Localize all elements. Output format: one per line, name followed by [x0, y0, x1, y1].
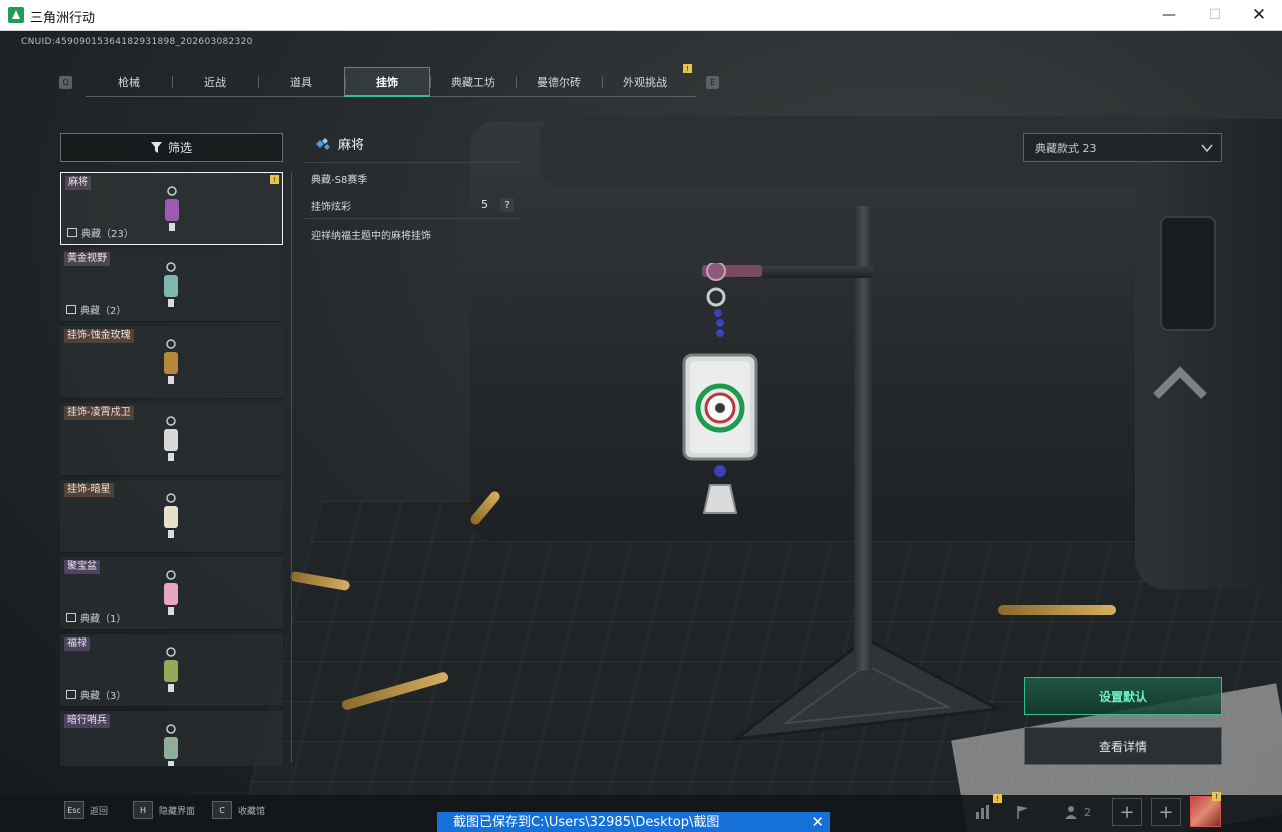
hint-label: 收藏馆: [238, 806, 266, 817]
list-item[interactable]: 暗行哨兵: [60, 711, 283, 766]
item-name: 暗行哨兵: [64, 714, 110, 728]
key-h: H: [133, 801, 153, 819]
next-tab-key[interactable]: E: [706, 76, 719, 89]
collection-icon: [66, 305, 76, 314]
charm-thumbnail: [164, 570, 178, 615]
tab-3[interactable]: 挂饰: [344, 67, 430, 97]
item-name: 麻将: [65, 176, 91, 190]
hint-hide-ui[interactable]: H 隐藏界面: [133, 801, 195, 819]
item-title-text: 麻将: [338, 138, 365, 153]
item-title: 麻将: [312, 134, 364, 153]
hint-collection[interactable]: C 收藏馆: [212, 801, 265, 819]
case-latch: [1160, 216, 1216, 331]
item-name: 聚宝盆: [64, 560, 100, 574]
window-title: 三角洲行动: [30, 11, 96, 26]
app-logo-icon: [8, 7, 24, 23]
tab-2[interactable]: 道具: [258, 67, 344, 97]
set-default-button[interactable]: 设置默认: [1024, 677, 1222, 715]
charm-thumbnail: [164, 262, 178, 307]
collection-icon: [66, 613, 76, 622]
minimize-button[interactable]: —: [1146, 0, 1192, 30]
charm-thumbnail: [165, 186, 179, 231]
key-c: C: [212, 801, 232, 819]
flair-value: 5: [481, 198, 488, 211]
chevron-down-icon: [1201, 144, 1213, 153]
flag-icon: [1017, 806, 1028, 819]
tab-5[interactable]: 曼德尔砖: [516, 67, 602, 97]
maximize-button[interactable]: ☐: [1192, 0, 1238, 30]
stats-notice-icon: !: [993, 794, 1002, 803]
charm-thumbnail: [164, 339, 178, 384]
item-description: 迎祥纳福主题中的麻将挂饰: [304, 218, 520, 242]
toast-close-button[interactable]: ✕: [811, 813, 824, 831]
style-select-value: 典藏款式 23: [1035, 141, 1097, 155]
window-titlebar: 三角洲行动 — ☐ ✕: [0, 0, 1282, 31]
tab-4[interactable]: 典藏工坊: [430, 67, 516, 97]
bar-chart-icon: [976, 805, 989, 819]
avatar-notice-icon: !: [1212, 792, 1221, 801]
list-divider: [291, 172, 292, 762]
weapon-case-side: [1135, 119, 1282, 589]
hint-esc[interactable]: Esc 返回: [64, 801, 108, 819]
item-notice-icon: !: [270, 175, 279, 184]
collection-icon: [66, 690, 76, 699]
help-button[interactable]: ?: [500, 198, 514, 212]
charm-thumbnail: [164, 493, 178, 538]
mahjong-charm-preview: [682, 263, 762, 514]
charm-list[interactable]: 麻将 典藏（23）! 黄金视野 典藏（2） 挂饰-蚀金玫瑰 挂饰-凌霄戍卫 挂饰-暗星 聚宝盆…: [60, 172, 283, 766]
tab-1[interactable]: 近战: [172, 67, 258, 97]
key-esc: Esc: [64, 801, 84, 819]
screenshot-toast: 截图已保存到C:\Users\32985\Desktop\截图 ✕: [437, 812, 830, 832]
item-count-text: 典藏（3）: [80, 691, 127, 702]
team-count: 2: [1084, 805, 1091, 819]
list-item[interactable]: 聚宝盆典藏（1）: [60, 557, 283, 630]
player-uid: CNUID:4590901536418293189​8_202603082320: [21, 37, 253, 47]
item-count-text: 典藏（2）: [80, 306, 127, 317]
team-icon: [1065, 806, 1077, 819]
list-item[interactable]: 挂饰-凌霄戍卫: [60, 403, 283, 476]
filter-label: 筛选: [167, 141, 192, 155]
add-teammate-button[interactable]: +: [1112, 798, 1142, 826]
item-season: 典藏-S8赛季: [304, 162, 520, 192]
collection-icon: [67, 228, 77, 237]
item-count: 典藏（3）: [66, 687, 126, 702]
style-select[interactable]: 典藏款式 23: [1023, 133, 1222, 162]
list-item[interactable]: 黄金视野典藏（2）: [60, 249, 283, 322]
tab-notice-icon: !: [683, 64, 692, 73]
item-count: 典藏（2）: [66, 302, 126, 317]
diamond-icon: [316, 137, 330, 150]
list-item[interactable]: 麻将典藏（23）!: [60, 172, 283, 245]
toast-text: 截图已保存到C:\Users\32985\Desktop\截图: [453, 815, 720, 830]
flag-button[interactable]: [1008, 798, 1038, 826]
category-tabs: 枪械 近战 道具 挂饰 典藏工坊 曼德尔砖 外观挑战: [86, 67, 696, 97]
item-count: 典藏（1）: [66, 610, 126, 625]
list-item[interactable]: 福禄典藏（3）: [60, 634, 283, 707]
team-button[interactable]: 2: [1058, 798, 1098, 826]
charm-thumbnail: [164, 724, 178, 766]
item-count: 典藏（23）: [67, 225, 134, 240]
close-window-button[interactable]: ✕: [1236, 0, 1282, 30]
item-name: 黄金视野: [64, 252, 110, 266]
tab-6[interactable]: 外观挑战: [602, 67, 688, 97]
charm-thumbnail: [164, 416, 178, 461]
tab-0[interactable]: 枪械: [86, 67, 172, 97]
add-teammate-button[interactable]: +: [1151, 798, 1181, 826]
item-name: 挂饰-凌霄戍卫: [64, 406, 134, 420]
item-count-text: 典藏（23）: [81, 229, 134, 240]
item-name: 挂饰-暗星: [64, 483, 114, 497]
case-chevron-icon: [1153, 366, 1207, 399]
item-count-text: 典藏（1）: [80, 614, 127, 625]
charm-thumbnail: [164, 647, 178, 692]
view-details-button[interactable]: 查看详情: [1024, 727, 1222, 765]
hint-label: 隐藏界面: [159, 806, 196, 817]
filter-button[interactable]: 筛选: [60, 133, 283, 162]
bullet: [998, 605, 1116, 615]
filter-icon: [150, 142, 162, 153]
list-item[interactable]: 挂饰-暗星: [60, 480, 283, 553]
prev-tab-key[interactable]: Q: [59, 76, 72, 89]
item-name: 挂饰-蚀金玫瑰: [64, 329, 134, 343]
list-item[interactable]: 挂饰-蚀金玫瑰: [60, 326, 283, 399]
hint-label: 返回: [90, 806, 109, 817]
item-name: 福禄: [64, 637, 90, 651]
